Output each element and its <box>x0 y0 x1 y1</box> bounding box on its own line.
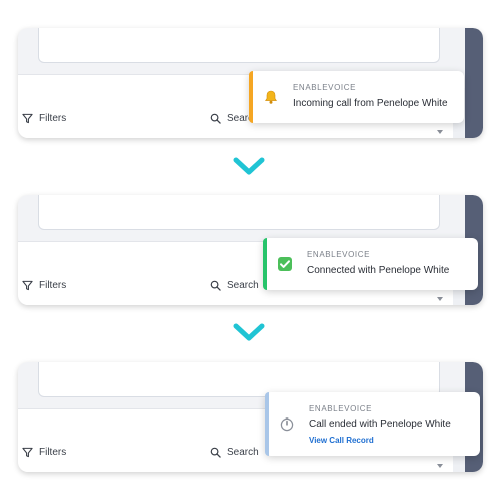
search-icon <box>210 280 221 291</box>
stopwatch-icon <box>280 417 294 432</box>
bell-icon <box>265 90 277 104</box>
search-label: Search <box>227 280 259 291</box>
notification-message: Call ended with Penelope White <box>309 419 451 430</box>
notification-message: Incoming call from Penelope White <box>293 98 448 109</box>
search-label: Search <box>227 447 259 458</box>
search-button[interactable]: Search <box>210 280 259 291</box>
notification-accent-bar <box>265 392 269 456</box>
search-button[interactable]: Search <box>210 447 259 458</box>
notification-message: Connected with Penelope White <box>307 265 450 276</box>
notification-source: ENABLEVOICE <box>309 404 373 413</box>
filters-button[interactable]: Filters <box>22 447 66 458</box>
filters-button[interactable]: Filters <box>22 280 66 291</box>
filters-label: Filters <box>39 280 67 291</box>
scroll-down-icon[interactable] <box>437 464 443 468</box>
notification-accent-bar <box>249 71 253 123</box>
filters-button[interactable]: Filters <box>22 113 66 124</box>
scroll-down-icon[interactable] <box>437 297 443 301</box>
notification-toast[interactable]: ENABLEVOICE Incoming call from Penelope … <box>249 71 464 123</box>
search-icon <box>210 113 221 124</box>
notification-toast[interactable]: ENABLEVOICE Connected with Penelope Whit… <box>263 238 478 290</box>
chevron-down-icon <box>233 157 265 175</box>
notification-toast[interactable]: ENABLEVOICE Call ended with Penelope Whi… <box>265 392 480 456</box>
filter-icon <box>22 280 33 291</box>
check-icon <box>278 257 292 271</box>
filter-icon <box>22 447 33 458</box>
filters-label: Filters <box>39 447 67 458</box>
side-rail <box>465 28 483 138</box>
notification-source: ENABLEVOICE <box>307 250 371 259</box>
chevron-down-icon <box>233 323 265 341</box>
view-call-record-link[interactable]: View Call Record <box>309 436 374 445</box>
search-icon <box>210 447 221 458</box>
text-area[interactable] <box>38 28 440 63</box>
notification-source: ENABLEVOICE <box>293 83 357 92</box>
filters-label: Filters <box>39 113 67 124</box>
text-area[interactable] <box>38 195 440 230</box>
notification-accent-bar <box>263 238 267 290</box>
scroll-down-icon[interactable] <box>437 130 443 134</box>
filter-icon <box>22 113 33 124</box>
